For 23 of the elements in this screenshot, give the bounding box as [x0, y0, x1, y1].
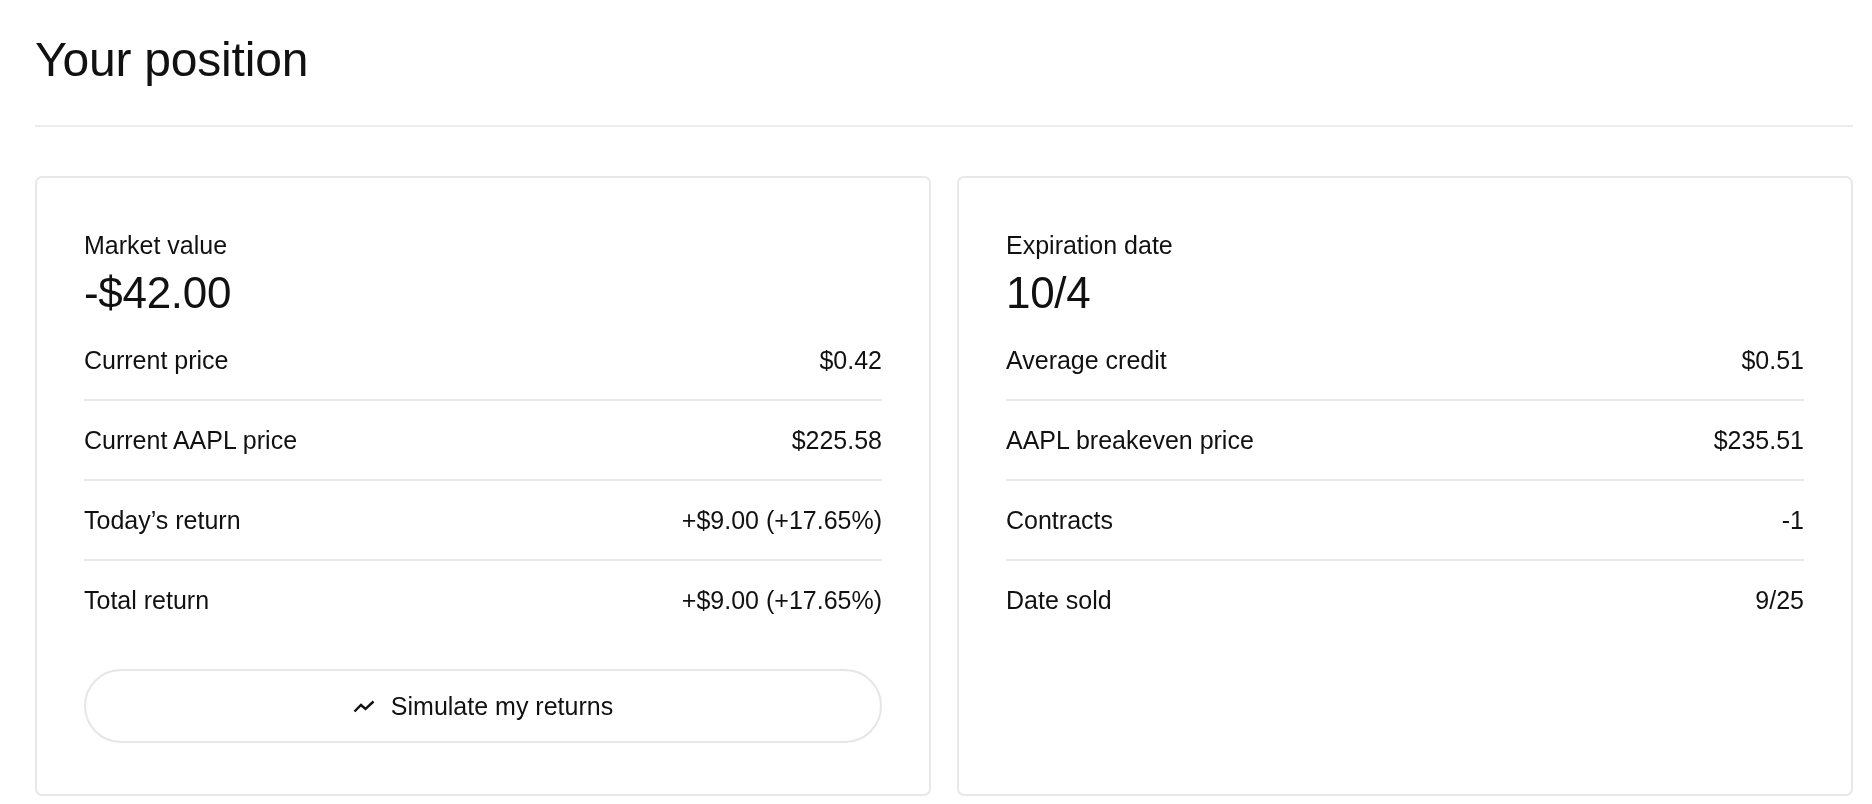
row-label: Current price [84, 345, 229, 376]
row-value: +$9.00 (+17.65%) [681, 585, 882, 616]
simulate-returns-button[interactable]: Simulate my returns [84, 669, 882, 743]
row-label: Average credit [1006, 345, 1167, 376]
row-value: $225.58 [791, 425, 882, 456]
row-label: AAPL breakeven price [1006, 425, 1254, 456]
stat-value: 10/4 [1006, 267, 1091, 319]
row-value: $235.51 [1713, 425, 1804, 456]
trend-line-icon [352, 699, 375, 713]
row-label: Current AAPL price [84, 425, 298, 456]
row-value: -1 [1781, 505, 1804, 536]
row-label: Today’s return [84, 505, 241, 536]
stat-value: -$42.00 [84, 267, 232, 319]
row-label: Contracts [1006, 505, 1113, 536]
row-value: +$9.00 (+17.65%) [681, 505, 882, 536]
stat-label: Expiration date [1006, 230, 1173, 261]
row-value: $0.51 [1741, 345, 1804, 376]
page-title: Your position [35, 32, 310, 88]
row-value: $0.42 [819, 345, 882, 376]
stat-label: Market value [84, 230, 228, 261]
row-label: Total return [84, 585, 210, 616]
row-label: Date sold [1006, 585, 1112, 616]
row-value: 9/25 [1755, 585, 1804, 616]
